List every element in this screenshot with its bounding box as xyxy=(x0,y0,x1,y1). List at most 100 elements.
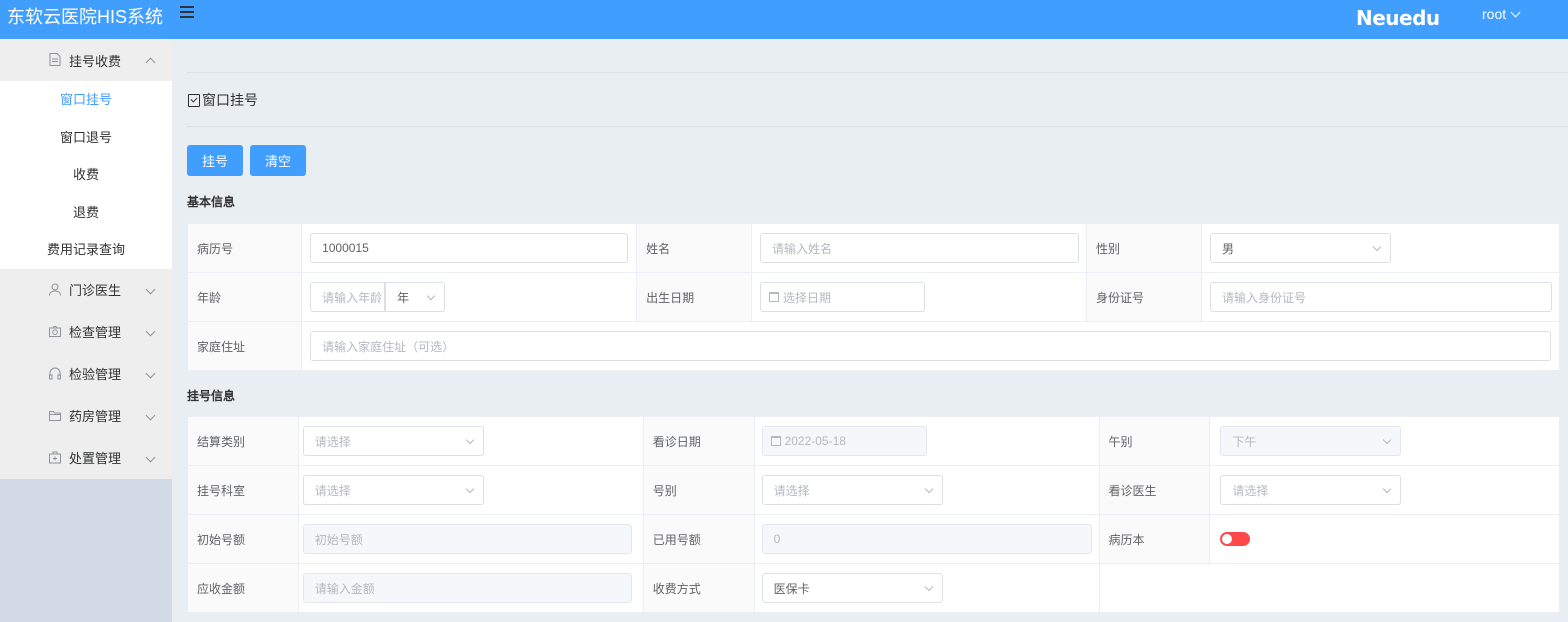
menu-group-label: 门诊医生 xyxy=(69,283,122,298)
calendar-icon xyxy=(770,436,781,446)
age-input[interactable]: 请输入年龄 xyxy=(310,282,386,312)
pay-method-value: 医保卡 xyxy=(773,581,810,596)
sidebar-item-window-register[interactable]: 窗口挂号 xyxy=(0,81,172,119)
used-quota-input: 0 xyxy=(761,524,1092,554)
noon-select: 下午 xyxy=(1220,426,1402,456)
registration-level-select[interactable]: 请选择 xyxy=(761,475,943,505)
user-icon xyxy=(49,283,61,296)
sidebar-menu: 挂号收费 窗口挂号 窗口退号 收费 退费 费用记录查询 门诊医生 检查管理 检验… xyxy=(0,39,172,479)
chevron-up-icon xyxy=(145,57,156,68)
chevron-down-icon xyxy=(426,291,436,301)
chevron-down-icon xyxy=(145,452,156,462)
registration-info-form: 结算类别 请选择 看诊日期 2022-05-18 午别 下午 挂号科室 请选择 … xyxy=(187,416,1560,613)
menu-group-label: 检验管理 xyxy=(69,367,122,382)
divider xyxy=(187,126,1568,127)
doctor-placeholder: 请选择 xyxy=(1232,483,1269,498)
chevron-down-icon xyxy=(924,484,933,494)
menu-group-label: 药房管理 xyxy=(69,409,122,424)
settle-type-placeholder: 请选择 xyxy=(314,434,351,449)
birth-date-label: 出生日期 xyxy=(636,272,753,322)
menu-group-label: 处置管理 xyxy=(69,451,122,466)
age-unit-select[interactable]: 年 xyxy=(385,282,446,312)
menu-group-registration[interactable]: 挂号收费 xyxy=(0,39,172,81)
amount-input[interactable]: 请输入金额 xyxy=(302,573,632,603)
chevron-down-icon xyxy=(465,484,475,494)
record-no-input[interactable]: 1000015 xyxy=(310,233,629,263)
settle-type-select[interactable]: 请选择 xyxy=(302,426,484,456)
first-aid-icon xyxy=(49,451,61,463)
divider xyxy=(187,72,1568,73)
noon-label: 午别 xyxy=(1098,416,1211,466)
chevron-down-icon xyxy=(145,284,156,294)
id-number-label: 身份证号 xyxy=(1086,272,1202,322)
address-label: 家庭住址 xyxy=(186,321,303,371)
sidebar: 挂号收费 窗口挂号 窗口退号 收费 退费 费用记录查询 门诊医生 检查管理 检验… xyxy=(0,39,172,622)
menu-group-label: 挂号收费 xyxy=(69,53,122,69)
birth-date-picker[interactable]: 选择日期 xyxy=(760,282,926,312)
clear-button[interactable]: 清空 xyxy=(250,145,306,176)
user-dropdown[interactable]: root xyxy=(1482,6,1521,22)
registration-level-placeholder: 请选择 xyxy=(773,483,810,498)
chevron-down-icon xyxy=(465,435,475,445)
department-placeholder: 请选择 xyxy=(314,483,351,498)
calendar-icon xyxy=(769,292,780,302)
sidebar-item-fee-records[interactable]: 费用记录查询 xyxy=(0,231,172,269)
pay-method-select[interactable]: 医保卡 xyxy=(761,573,943,603)
registration-level-label: 号别 xyxy=(642,465,755,515)
sidebar-item-refund[interactable]: 退费 xyxy=(0,194,172,232)
sidebar-item-window-unregister[interactable]: 窗口退号 xyxy=(0,119,172,157)
record-no-label: 病历号 xyxy=(186,223,303,273)
menu-group-pharmacy[interactable]: 药房管理 xyxy=(0,395,172,437)
register-button[interactable]: 挂号 xyxy=(187,145,243,176)
document-icon xyxy=(49,53,61,66)
headset-icon xyxy=(49,367,61,379)
chevron-down-icon xyxy=(145,410,156,420)
app-title: 东软云医院HIS系统 xyxy=(7,7,164,27)
visit-date-label: 看诊日期 xyxy=(642,416,755,466)
settle-type-label: 结算类别 xyxy=(187,416,299,466)
chevron-down-icon xyxy=(1510,7,1521,18)
gender-value: 男 xyxy=(1221,241,1234,256)
username: root xyxy=(1482,6,1507,22)
sidebar-item-charge[interactable]: 收费 xyxy=(0,156,172,194)
gender-select[interactable]: 男 xyxy=(1209,233,1391,263)
empty-cell xyxy=(1098,563,1210,613)
doctor-label: 看诊医生 xyxy=(1098,465,1211,515)
menu-group-label: 检查管理 xyxy=(69,325,122,340)
department-select[interactable]: 请选择 xyxy=(302,475,484,505)
name-input[interactable]: 请输入姓名 xyxy=(760,233,1080,263)
address-input[interactable]: 请输入家庭住址（可选） xyxy=(310,331,1552,361)
department-label: 挂号科室 xyxy=(187,465,299,515)
id-number-input[interactable]: 请输入身份证号 xyxy=(1209,282,1552,312)
menu-group-lab[interactable]: 检验管理 xyxy=(0,353,172,395)
chevron-down-icon xyxy=(1383,435,1392,445)
chevron-down-icon xyxy=(1372,242,1382,252)
chevron-down-icon xyxy=(924,582,933,592)
page-title: 窗口挂号 xyxy=(202,92,258,108)
record-book-label: 病历本 xyxy=(1098,514,1211,564)
name-label: 姓名 xyxy=(636,223,753,273)
chevron-down-icon xyxy=(1383,484,1392,494)
basic-info-section-title: 基本信息 xyxy=(187,195,236,209)
camera-icon xyxy=(49,325,61,337)
used-quota-label: 已用号额 xyxy=(642,514,755,564)
top-header: 东软云医院HIS系统 Neuedu root xyxy=(0,0,1568,39)
menu-group-exam[interactable]: 检查管理 xyxy=(0,311,172,353)
basic-info-form: 病历号 1000015 姓名 请输入姓名 性别 男 年龄 请输入年龄 年 出生日… xyxy=(186,223,1561,371)
main-content: 窗口挂号 挂号 清空 基本信息 病历号 1000015 姓名 请输入姓名 性别 … xyxy=(172,39,1568,622)
page-heading: 窗口挂号 xyxy=(188,90,258,110)
submenu-registration: 窗口挂号 窗口退号 收费 退费 费用记录查询 xyxy=(0,81,172,269)
brand-logo: Neuedu xyxy=(1356,6,1440,30)
doctor-select[interactable]: 请选择 xyxy=(1220,475,1402,505)
birth-date-placeholder: 选择日期 xyxy=(783,290,832,305)
menu-toggle-icon[interactable] xyxy=(180,6,194,20)
amount-label: 应收金额 xyxy=(187,563,299,613)
registration-info-section-title: 挂号信息 xyxy=(187,389,236,403)
chevron-down-icon xyxy=(145,326,156,336)
menu-group-outpatient-doctor[interactable]: 门诊医生 xyxy=(0,269,172,311)
menu-group-treatment[interactable]: 处置管理 xyxy=(0,437,172,479)
visit-date-value: 2022-05-18 xyxy=(784,434,846,448)
empty-cell xyxy=(1209,563,1560,613)
folder-icon xyxy=(49,410,61,421)
record-book-toggle[interactable] xyxy=(1220,532,1251,546)
